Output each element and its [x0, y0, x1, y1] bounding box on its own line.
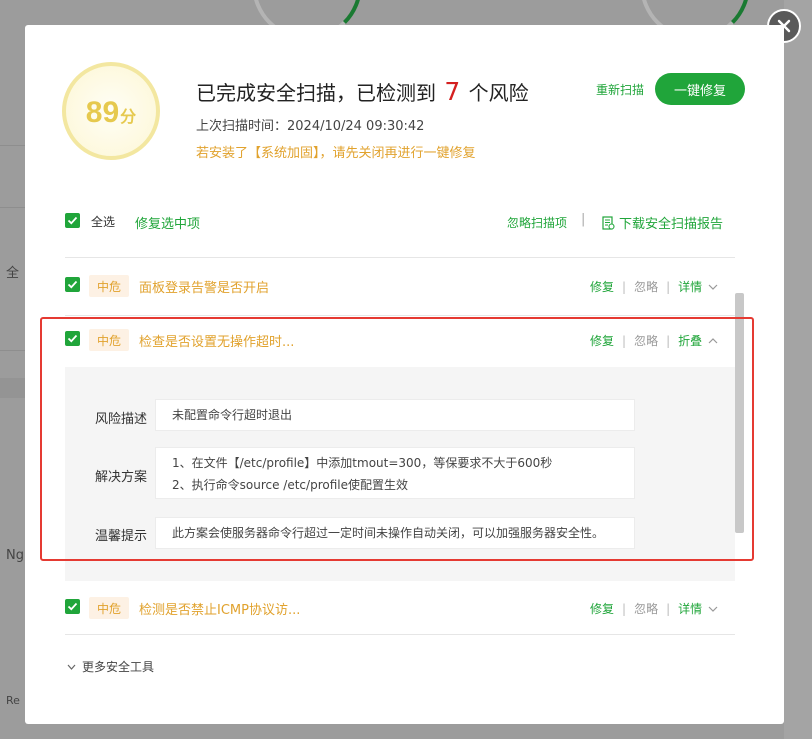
fix-selected-button[interactable]: 修复选中项	[135, 213, 200, 232]
download-report-label: 下载安全扫描报告	[619, 217, 724, 232]
last-scan-time: 上次扫描时间：2024/10/24 09:30:42	[196, 119, 425, 134]
action-separator: |	[622, 333, 627, 348]
fix-button[interactable]: 修复	[590, 278, 614, 295]
details-toggle[interactable]: 详情	[678, 278, 718, 295]
risk-item-title[interactable]: 检查是否设置无操作超时...	[139, 331, 294, 350]
scan-result-title: 已完成安全扫描，已检测到 7 个风险	[196, 77, 529, 106]
check-icon	[67, 334, 78, 343]
background-text: 全	[6, 266, 20, 281]
tip-value: 此方案会使服务器命令行超过一定时间未操作自动关闭，可以加强服务器安全性。	[155, 517, 635, 549]
background-text: Re	[6, 694, 20, 707]
background-right-strip	[784, 0, 812, 739]
solution-value: 1、在文件【/etc/profile】中添加tmout=300，等保要求不大于6…	[155, 447, 635, 499]
divider	[65, 315, 735, 316]
risk-item-actions: 修复 | 忽略 | 详情	[590, 600, 718, 617]
risk-item-title[interactable]: 面板登录告警是否开启	[139, 277, 269, 296]
check-icon	[67, 602, 78, 611]
check-icon	[67, 280, 78, 289]
action-separator: |	[622, 279, 627, 294]
more-security-tools-toggle[interactable]: 更多安全工具	[67, 658, 154, 675]
chevron-down-icon	[67, 664, 76, 670]
toolbar-separator: |	[581, 212, 586, 227]
check-icon	[67, 216, 78, 225]
details-toggle-label: 详情	[678, 602, 703, 616]
risk-item-checkbox[interactable]	[65, 599, 80, 614]
risk-detail-panel: 风险描述 未配置命令行超时退出 解决方案 1、在文件【/etc/profile】…	[65, 367, 735, 581]
fix-button[interactable]: 修复	[590, 600, 614, 617]
details-toggle-label: 详情	[678, 280, 703, 294]
security-score-ring: 89 分	[62, 62, 160, 160]
action-separator: |	[622, 601, 627, 616]
chevron-down-icon	[708, 284, 718, 290]
risk-level-badge: 中危	[89, 329, 129, 351]
background-text: Ng	[6, 548, 24, 563]
divider	[65, 634, 735, 635]
download-report-button[interactable]: 下载安全扫描报告	[601, 213, 723, 232]
risk-item-checkbox[interactable]	[65, 277, 80, 292]
tip-label: 温馨提示	[95, 529, 148, 544]
risk-item-actions: 修复 | 忽略 | 折叠	[590, 332, 718, 349]
more-security-tools-label: 更多安全工具	[82, 660, 155, 674]
risk-description-label: 风险描述	[95, 412, 148, 427]
solution-line: 1、在文件【/etc/profile】中添加tmout=300，等保要求不大于6…	[172, 456, 553, 470]
title-suffix: 个风险	[468, 81, 529, 105]
risk-description-value: 未配置命令行超时退出	[155, 399, 635, 431]
risk-item-actions: 修复 | 忽略 | 详情	[590, 278, 718, 295]
action-separator: |	[666, 333, 671, 348]
select-all-label: 全选	[91, 215, 116, 229]
chevron-down-icon	[708, 606, 718, 612]
security-score-unit: 分	[120, 107, 137, 126]
report-icon	[602, 215, 615, 230]
ignore-button[interactable]: 忽略	[634, 332, 658, 349]
action-separator: |	[666, 279, 671, 294]
ignore-button[interactable]: 忽略	[634, 278, 658, 295]
title-prefix: 已完成安全扫描，已检测到	[196, 81, 436, 105]
risk-item-title[interactable]: 检测是否禁止ICMP协议访...	[139, 599, 300, 618]
solution-line: 2、执行命令source /etc/profile使配置生效	[172, 478, 408, 492]
ignored-scan-items-link[interactable]: 忽略扫描项	[507, 214, 567, 231]
risk-level-badge: 中危	[89, 597, 129, 619]
dialog-scrollbar[interactable]	[735, 293, 744, 533]
one-click-fix-button[interactable]: 一键修复	[655, 73, 745, 105]
security-score-value: 89	[85, 96, 120, 129]
details-toggle[interactable]: 详情	[678, 600, 718, 617]
ignore-button[interactable]: 忽略	[634, 600, 658, 617]
divider	[65, 257, 735, 258]
select-all-checkbox[interactable]	[65, 213, 80, 228]
risk-count: 7	[444, 77, 461, 106]
risk-level-badge: 中危	[89, 275, 129, 297]
chevron-up-icon	[708, 337, 718, 343]
collapse-toggle[interactable]: 折叠	[678, 332, 718, 349]
hardening-warning: 若安装了【系统加固】，请先关闭再进行一键修复	[196, 146, 476, 161]
risk-item-checkbox[interactable]	[65, 331, 80, 346]
rescan-button[interactable]: 重新扫描	[596, 81, 644, 98]
security-scan-dialog: 89 分 已完成安全扫描，已检测到 7 个风险 上次扫描时间：2024/10/2…	[25, 25, 784, 724]
fix-button[interactable]: 修复	[590, 332, 614, 349]
collapse-toggle-label: 折叠	[678, 334, 703, 348]
action-separator: |	[666, 601, 671, 616]
solution-label: 解决方案	[95, 470, 148, 485]
